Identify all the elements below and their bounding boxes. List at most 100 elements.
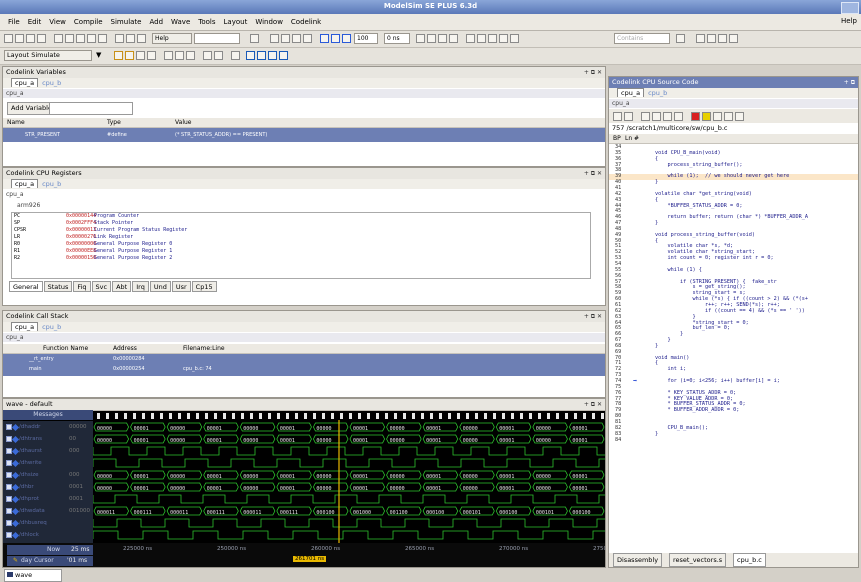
simulate-icon[interactable] [137,34,146,43]
step-back-icon[interactable] [136,51,145,60]
tab-fiq[interactable]: Fiq [73,281,91,292]
watch-icon[interactable] [281,34,290,43]
menu-compile[interactable]: Compile [74,18,103,26]
panel-controls[interactable]: + ⧉ ✕ [584,399,602,410]
list-icon[interactable] [303,34,312,43]
back-source-icon[interactable] [674,112,683,121]
col-function[interactable]: Function Name [43,344,88,353]
tab-und[interactable]: Und [149,281,171,292]
edit-mode-icon[interactable] [186,51,195,60]
goto-source-icon[interactable] [713,112,722,121]
cursor-time-label[interactable]: 261701 ns [293,556,327,562]
list-item[interactable]: LR 0x00000270 Link Register [12,234,590,241]
undock-icon[interactable] [729,34,738,43]
zoom-out-icon[interactable] [257,51,266,60]
open-icon[interactable] [15,34,24,43]
save-icon[interactable] [26,34,35,43]
compile-icon[interactable] [126,34,135,43]
break-icon[interactable] [270,34,279,43]
table-row[interactable]: __rt_entry 0x00000284 [3,356,605,365]
list-item[interactable]: SP 0x0002FFF4 Stack Pointer [12,220,590,227]
tab-cpu-b[interactable]: cpu_b [648,89,667,97]
tab-cpu-a[interactable]: cpu_a [11,322,39,331]
tab-status[interactable]: Status [43,281,73,292]
tab-cpu-b[interactable]: cpu_b [42,323,61,331]
menu-file[interactable]: File [8,18,20,26]
dock-icon[interactable] [718,34,727,43]
list-item[interactable]: R0 0x00000000 General Purpose Register 0 [12,241,590,248]
tab-general[interactable]: General [9,281,43,292]
open-source-icon[interactable] [624,112,633,121]
col-type[interactable]: Type [107,118,121,127]
run-source-icon[interactable] [702,112,711,121]
menu-help[interactable]: Help [841,17,857,25]
run-length-input[interactable]: 100 [354,33,378,44]
tab-cpu-b[interactable]: cpu_b [42,79,61,87]
zoom-mode-icon[interactable] [175,51,184,60]
menu-edit[interactable]: Edit [28,18,42,26]
print-icon[interactable] [37,34,46,43]
zoom-in-icon[interactable] [246,51,255,60]
search-source-icon[interactable] [735,112,744,121]
list-item[interactable]: R2 0x00000150 General Purpose Register 2 [12,255,590,262]
list-item[interactable]: CPSR 0x00000013 Current Program Status Reg… [12,227,590,234]
cut-icon[interactable] [54,34,63,43]
step-into-icon[interactable] [114,51,123,60]
panel-controls[interactable]: + ⧉ [844,77,855,88]
menu-window[interactable]: Window [255,18,283,26]
col-name[interactable]: Name [7,118,25,127]
step-continue-icon[interactable] [147,51,156,60]
list-item[interactable]: PC 0x00000144 Program Counter [12,213,590,220]
arrow-up-icon[interactable] [320,34,329,43]
menu-wave[interactable]: Wave [171,18,190,26]
tab-cpu-a[interactable]: cpu_a [11,78,39,87]
step-icon[interactable] [416,34,425,43]
arrow-back-icon[interactable] [331,34,340,43]
step-over-icon[interactable] [427,34,436,43]
zoom-full-icon[interactable] [268,51,277,60]
pointer-icon[interactable] [164,51,173,60]
help-field[interactable]: Help [152,33,192,44]
help-search-input[interactable] [194,33,240,44]
menu-codelink[interactable]: Codelink [291,18,321,26]
contains-input[interactable]: Contains [614,33,670,44]
continue-icon[interactable] [449,34,458,43]
panel-controls[interactable]: + ⧉ ✕ [584,311,602,322]
chevron-down-icon[interactable]: ▼ [96,51,102,60]
collapse-icon[interactable] [707,34,716,43]
layout-select[interactable]: Layout Simulate [4,50,92,61]
tab-irq[interactable]: Irq [132,281,149,292]
step-over-icon-2[interactable] [125,51,134,60]
stop-icon[interactable] [499,34,508,43]
panel-controls[interactable]: + ⧉ ✕ [584,168,602,179]
delete-cursor-icon[interactable] [214,51,223,60]
panel-controls[interactable]: + ⧉ ✕ [584,67,602,78]
tab-cpu-b-c[interactable]: cpu_b.c [733,553,766,567]
redo-icon[interactable] [98,34,107,43]
tab-disassembly[interactable]: Disassembly [613,553,663,567]
performance-icon[interactable] [510,34,519,43]
list-item[interactable]: R1 0x00000EE8 General Purpose Register 1 [12,248,590,255]
new-file-icon[interactable] [4,34,13,43]
step-source-icon[interactable] [641,112,650,121]
table-row[interactable]: STR_PRESENT #define (* STR_STATUS_ADDR) … [3,128,605,142]
restart-icon[interactable] [488,34,497,43]
time-input[interactable]: 0 ns [384,33,410,44]
cursor-row[interactable]: ✎ day Cursor '01 ms [7,556,93,566]
tab-cpu-a[interactable]: cpu_a [11,179,39,188]
stop-source-icon[interactable] [691,112,700,121]
tab-cpu-b[interactable]: cpu_b [42,180,61,188]
menu-view[interactable]: View [49,18,66,26]
run-all-icon[interactable] [466,34,475,43]
filter-icon[interactable] [676,34,685,43]
menu-simulate[interactable]: Simulate [111,18,142,26]
zoom-cursor-icon[interactable] [279,51,288,60]
step-out-source-icon[interactable] [663,112,672,121]
add-variable-input[interactable] [49,102,133,115]
add-cursor-icon[interactable] [203,51,212,60]
tab-cp15[interactable]: Cp15 [191,281,217,292]
undo-icon[interactable] [87,34,96,43]
breakpoint-icon[interactable] [613,112,622,121]
tab-abt[interactable]: Abt [112,281,132,292]
expand-icon[interactable] [696,34,705,43]
